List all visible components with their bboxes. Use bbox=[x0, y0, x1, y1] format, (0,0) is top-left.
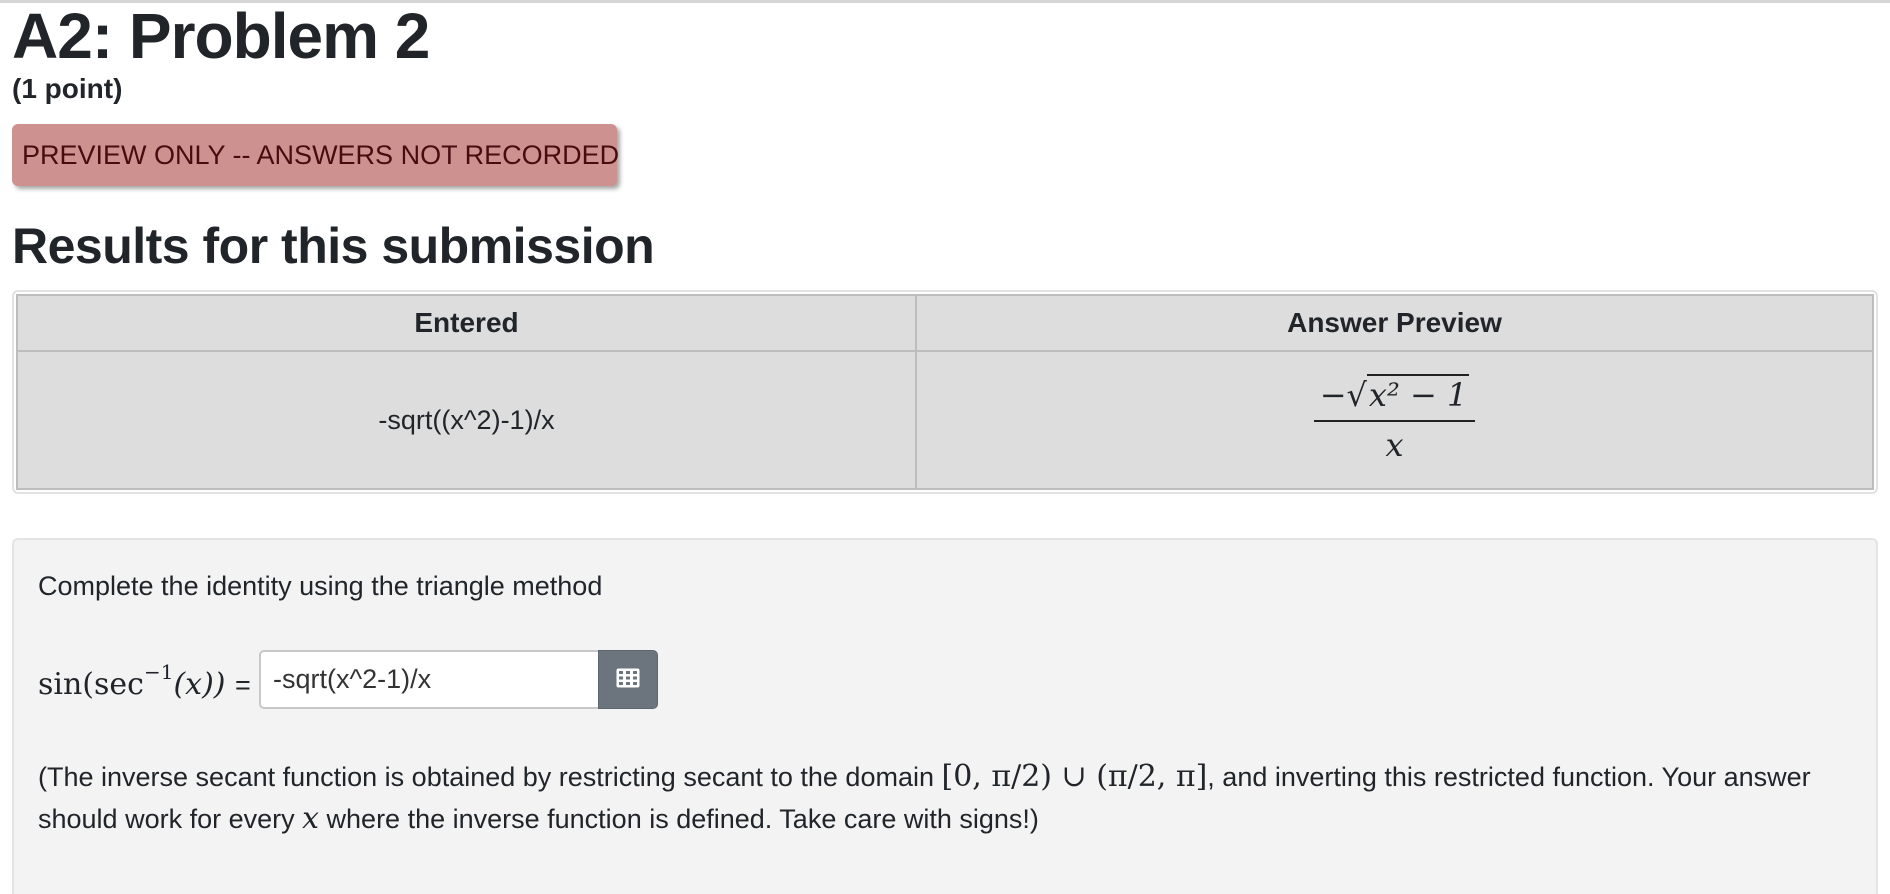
equation-editor-button[interactable] bbox=[598, 650, 658, 709]
note-variable: x bbox=[302, 801, 320, 836]
identity-lhs: sin(sec−1(x)) = bbox=[38, 656, 251, 705]
lhs-arg: (x)) bbox=[173, 667, 226, 702]
results-heading: Results for this submission bbox=[12, 218, 655, 274]
note-part-1: (The inverse secant function is obtained… bbox=[38, 762, 942, 792]
question-instruction: Complete the identity using the triangle… bbox=[38, 571, 603, 601]
sqrt-radicand: x² − 1 bbox=[1366, 374, 1470, 414]
minus-sign: − bbox=[1319, 376, 1347, 414]
question-note: (The inverse secant function is obtained… bbox=[38, 756, 1838, 840]
answer-preview-cell: −√x² − 1 x bbox=[915, 350, 1874, 490]
results-table: Entered Answer Preview -sqrt((x^2)-1)/x … bbox=[16, 294, 1874, 490]
sqrt-symbol: √ bbox=[1346, 376, 1367, 414]
question-box: Complete the identity using the triangle… bbox=[12, 538, 1878, 894]
answer-preview-fraction: −√x² − 1 x bbox=[1313, 374, 1476, 464]
results-table-container: Entered Answer Preview -sqrt((x^2)-1)/x … bbox=[12, 290, 1878, 494]
note-part-3: where the inverse function is defined. T… bbox=[319, 804, 1039, 834]
note-domain: [0, π/2) ∪ (π/2, π] bbox=[941, 759, 1208, 794]
equals-sign: = bbox=[235, 670, 251, 700]
table-row: -sqrt((x^2)-1)/x −√x² − 1 x bbox=[16, 350, 1874, 490]
results-header-row: Entered Answer Preview bbox=[16, 294, 1874, 352]
preview-only-banner: PREVIEW ONLY -- ANSWERS NOT RECORDED bbox=[12, 124, 619, 186]
answer-input[interactable] bbox=[259, 650, 598, 709]
fraction-denominator: x bbox=[1385, 426, 1404, 464]
column-header-answer-preview: Answer Preview bbox=[915, 294, 1874, 352]
grid-icon bbox=[616, 668, 640, 691]
fraction-numerator: −√x² − 1 bbox=[1313, 374, 1476, 422]
problem-points: (1 point) bbox=[12, 73, 123, 104]
answer-input-group bbox=[259, 650, 658, 709]
column-header-entered: Entered bbox=[16, 294, 917, 352]
problem-title: A2: Problem 2 bbox=[12, 0, 430, 72]
lhs-func: sin(sec bbox=[38, 667, 144, 702]
lhs-exponent: −1 bbox=[143, 660, 174, 684]
entered-cell: -sqrt((x^2)-1)/x bbox=[16, 350, 917, 490]
